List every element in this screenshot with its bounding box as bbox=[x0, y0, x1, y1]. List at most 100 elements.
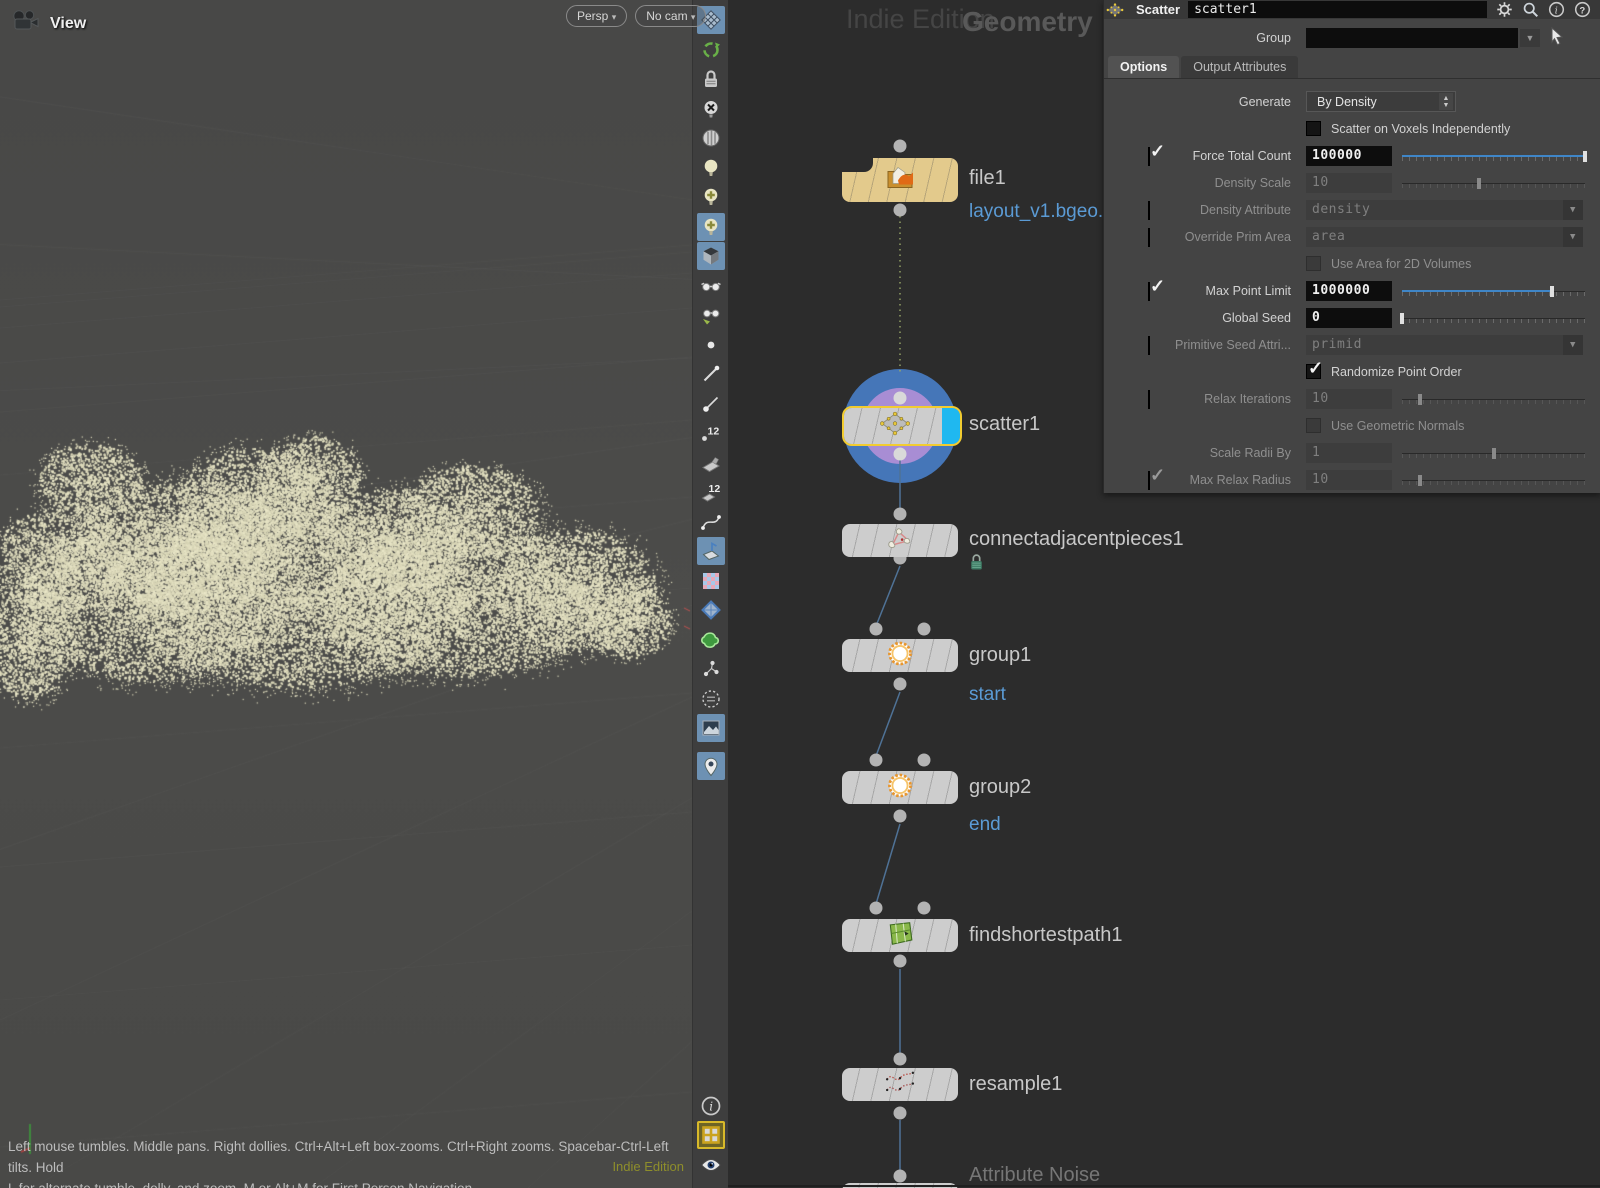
node-label-connectadjacentpieces1[interactable]: connectadjacentpieces1 bbox=[969, 528, 1184, 551]
tab-options[interactable]: Options bbox=[1108, 56, 1180, 78]
pane-layout-grid-icon[interactable] bbox=[696, 1121, 725, 1149]
node-name-field[interactable] bbox=[1188, 1, 1487, 18]
param-field-scale-radii-by[interactable]: 1 bbox=[1306, 442, 1392, 463]
param-checkbox-randomize-point-order[interactable] bbox=[1306, 358, 1323, 379]
svg-text:i: i bbox=[1554, 5, 1557, 16]
group-dropdown-button[interactable]: ▼ bbox=[1520, 29, 1540, 47]
ghost-other-objects-icon[interactable] bbox=[697, 124, 725, 152]
node-resample1[interactable] bbox=[842, 1068, 958, 1101]
stereo-glasses-export-icon[interactable] bbox=[697, 301, 725, 329]
param-checkbox-override-prim-area[interactable] bbox=[1148, 228, 1150, 247]
param-field-density-scale[interactable]: 10 bbox=[1306, 172, 1392, 193]
param-checkbox-relax-iterations[interactable] bbox=[1148, 390, 1150, 409]
headlight-only-icon[interactable] bbox=[697, 183, 725, 211]
uv-checker-texture-icon[interactable] bbox=[697, 567, 725, 595]
node-group1[interactable] bbox=[842, 639, 958, 672]
help-icon[interactable]: ? bbox=[1571, 0, 1593, 19]
default-lighting-icon[interactable] bbox=[697, 154, 725, 182]
parameter-rows: Generate By Density ▲ ▼ Scatter on Voxels In… bbox=[1104, 88, 1600, 493]
param-field-override-prim-area[interactable]: area ▼ bbox=[1306, 226, 1583, 247]
particle-links-icon[interactable] bbox=[697, 655, 725, 683]
param-dropdown-primitive-seed-attri[interactable]: ▼ bbox=[1563, 334, 1583, 355]
scatter-node-type-icon[interactable] bbox=[1104, 0, 1126, 19]
parameter-tabs: Options Output Attributes bbox=[1104, 56, 1600, 79]
display-point-numbers-icon[interactable]: 12 bbox=[697, 419, 725, 447]
node-label-resample1[interactable]: resample1 bbox=[969, 1073, 1062, 1096]
gear-icon[interactable] bbox=[1493, 0, 1515, 19]
param-field-force-total-count[interactable]: 100000 bbox=[1306, 145, 1392, 166]
node-label-group2[interactable]: group2 bbox=[969, 776, 1031, 799]
node-connectadjacentpieces1[interactable] bbox=[842, 524, 958, 557]
display-prim-numbers-icon[interactable]: 12 bbox=[697, 478, 725, 506]
param-dropdown-override-prim-area[interactable]: ▼ bbox=[1563, 226, 1583, 247]
viewport-info-icon[interactable]: i bbox=[697, 1092, 725, 1120]
display-flag[interactable] bbox=[942, 408, 960, 444]
param-checkbox-force-total-count[interactable] bbox=[1148, 147, 1150, 166]
param-inline-label-scatter-on-voxels-independently: Scatter on Voxels Independently bbox=[1331, 121, 1511, 136]
param-slider-scale-radii-by[interactable] bbox=[1402, 445, 1585, 461]
display-profile-curves-icon[interactable] bbox=[697, 508, 725, 536]
node-file1[interactable] bbox=[841, 157, 958, 202]
param-slider-force-total-count[interactable] bbox=[1402, 148, 1587, 164]
param-slider-max-point-limit[interactable] bbox=[1402, 283, 1585, 299]
display-points-icon[interactable] bbox=[697, 331, 725, 359]
param-checkbox-use-geometric-normals[interactable] bbox=[1306, 418, 1321, 433]
param-label-override-prim-area: Override Prim Area bbox=[1184, 229, 1291, 244]
sprite-disc-icon[interactable] bbox=[697, 685, 725, 713]
projection-menu-button[interactable]: Persp ▾ bbox=[566, 5, 628, 27]
background-image-icon[interactable] bbox=[696, 714, 725, 742]
shaded-display-mode-icon[interactable] bbox=[696, 242, 725, 270]
display-point-normals-icon[interactable] bbox=[697, 360, 725, 388]
object-select-icon[interactable] bbox=[697, 36, 725, 64]
param-slider-density-scale[interactable] bbox=[1402, 175, 1585, 191]
param-menu-generate[interactable]: By Density ▲ ▼ bbox=[1306, 91, 1456, 112]
soft-selection-blob-icon[interactable] bbox=[697, 626, 725, 654]
viewport-title-label: View bbox=[50, 14, 87, 32]
lock-selection-icon[interactable] bbox=[697, 65, 725, 93]
high-quality-lighting-icon[interactable] bbox=[696, 212, 725, 241]
hide-selected-icon[interactable] bbox=[697, 95, 725, 123]
node-label-group1[interactable]: group1 bbox=[969, 644, 1031, 667]
info-icon[interactable]: i bbox=[1545, 0, 1567, 19]
param-checkbox-density-attribute[interactable] bbox=[1148, 201, 1150, 220]
display-vertex-normals-icon[interactable] bbox=[696, 537, 725, 565]
param-control-relax-iterations: 10 bbox=[1306, 388, 1585, 409]
param-field-max-point-limit[interactable]: 1000000 bbox=[1306, 280, 1392, 301]
group-label: Group bbox=[1256, 31, 1291, 45]
param-dropdown-density-attribute[interactable]: ▼ bbox=[1563, 199, 1583, 220]
param-field-density-attribute[interactable]: density ▼ bbox=[1306, 199, 1583, 220]
param-slider-global-seed[interactable] bbox=[1400, 310, 1585, 326]
connect-pieces-icon bbox=[885, 525, 915, 556]
node-findshortestpath1[interactable] bbox=[842, 919, 958, 952]
param-checkbox-scatter-on-voxels-independently[interactable] bbox=[1306, 121, 1321, 136]
display-point-markers-icon[interactable] bbox=[697, 390, 725, 418]
param-checkbox-max-relax-radius[interactable] bbox=[1148, 471, 1150, 490]
node-label-scatter1[interactable]: scatter1 bbox=[969, 413, 1040, 436]
scene-viewport[interactable]: View Persp ▾ No cam ▾ Left mouse tumbles… bbox=[0, 0, 707, 1188]
locate-pivot-icon[interactable] bbox=[696, 751, 725, 780]
display-prim-normals-icon[interactable] bbox=[697, 449, 725, 477]
param-field-relax-iterations[interactable]: 10 bbox=[1306, 388, 1392, 409]
visibility-eye-icon[interactable] bbox=[697, 1151, 725, 1179]
display-hull-diamond-icon[interactable] bbox=[697, 596, 725, 624]
param-checkbox-max-point-limit[interactable] bbox=[1148, 282, 1150, 301]
camera-menu-button[interactable]: No cam ▾ bbox=[635, 5, 707, 27]
param-slider-max-relax-radius[interactable] bbox=[1402, 472, 1585, 488]
param-field-max-relax-radius[interactable]: 10 bbox=[1306, 469, 1392, 490]
viewport-canvas[interactable] bbox=[0, 0, 692, 1188]
param-checkbox-primitive-seed-attri[interactable] bbox=[1148, 336, 1150, 355]
param-field-global-seed[interactable]: 0 bbox=[1306, 307, 1392, 328]
node-label-file1[interactable]: file1 bbox=[969, 167, 1006, 190]
param-checkbox-use-area-for-2d-volumes[interactable] bbox=[1306, 256, 1321, 271]
tab-output-attributes[interactable]: Output Attributes bbox=[1181, 56, 1299, 78]
param-row-density-scale: Density Scale 10 bbox=[1104, 169, 1600, 196]
param-slider-relax-iterations[interactable] bbox=[1402, 391, 1585, 407]
node-label-findshortestpath1[interactable]: findshortestpath1 bbox=[969, 924, 1122, 947]
node-scatter1[interactable] bbox=[842, 406, 962, 446]
param-field-primitive-seed-attri[interactable]: primid ▼ bbox=[1306, 334, 1583, 355]
search-icon[interactable] bbox=[1519, 0, 1541, 19]
select-geometry-arrow-icon[interactable] bbox=[1548, 26, 1566, 51]
stereo-glasses-icon[interactable] bbox=[697, 272, 725, 300]
group-input[interactable] bbox=[1306, 28, 1518, 48]
node-group2[interactable] bbox=[842, 771, 958, 804]
